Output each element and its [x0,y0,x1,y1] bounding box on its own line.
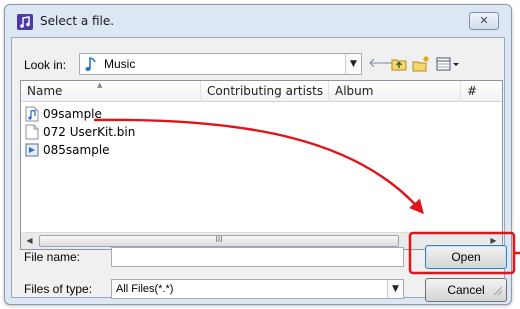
chevron-down-icon[interactable]: ▼ [345,54,361,74]
title-bar: Select a file. ✕ [5,5,511,37]
close-icon: ✕ [479,14,489,27]
scroll-thumb[interactable]: III [39,235,399,247]
look-in-dropdown[interactable]: Music ▼ [79,53,362,75]
column-header: ▲ Name Contributing artists Album # [21,81,502,102]
dialog-body: Look in: Music ▼ 🡐 ▲ Name Contributing a… [11,37,507,302]
blank-file-icon [25,124,39,140]
dialog-title: Select a file. [40,14,115,28]
new-folder-icon[interactable] [412,55,430,73]
back-arrow-icon[interactable]: 🡐 [368,55,403,73]
scroll-left-icon[interactable]: ◀ [21,233,38,249]
look-in-value: Music [104,57,136,71]
sort-asc-icon: ▲ [97,81,103,89]
close-button[interactable]: ✕ [469,12,499,30]
chevron-down-icon[interactable]: ▼ [387,280,403,298]
file-name: 09sample [43,107,102,121]
column-album[interactable]: Album [329,81,461,102]
column-contributing-artists[interactable]: Contributing artists [201,81,329,102]
open-button[interactable]: Open [425,245,507,269]
up-folder-icon[interactable] [390,55,408,73]
file-name: 072 UserKit.bin [43,125,136,139]
files-of-type-value: All Files(*.*) [116,283,174,295]
files-of-type-dropdown[interactable]: All Files(*.*) ▼ [111,279,404,299]
resize-grip-icon[interactable] [491,284,503,296]
audio-file-icon [25,106,39,122]
files-of-type-label: Files of type: [24,282,93,296]
column-name[interactable]: ▲ Name [21,81,201,102]
media-file-icon [25,143,39,157]
file-name-label: File name: [24,250,81,264]
file-name: 085sample [43,143,110,157]
look-in-label: Look in: [24,58,67,72]
music-folder-icon [85,56,96,71]
file-dialog: Select a file. ✕ Look in: Music ▼ 🡐 ▲ Na… [4,4,512,305]
app-music-icon [17,14,33,30]
column-track-number[interactable]: # [461,81,503,102]
file-list[interactable]: ▲ Name Contributing artists Album # 09sa… [20,80,503,250]
file-name-input[interactable] [111,247,404,267]
view-menu-icon[interactable] [435,55,461,73]
